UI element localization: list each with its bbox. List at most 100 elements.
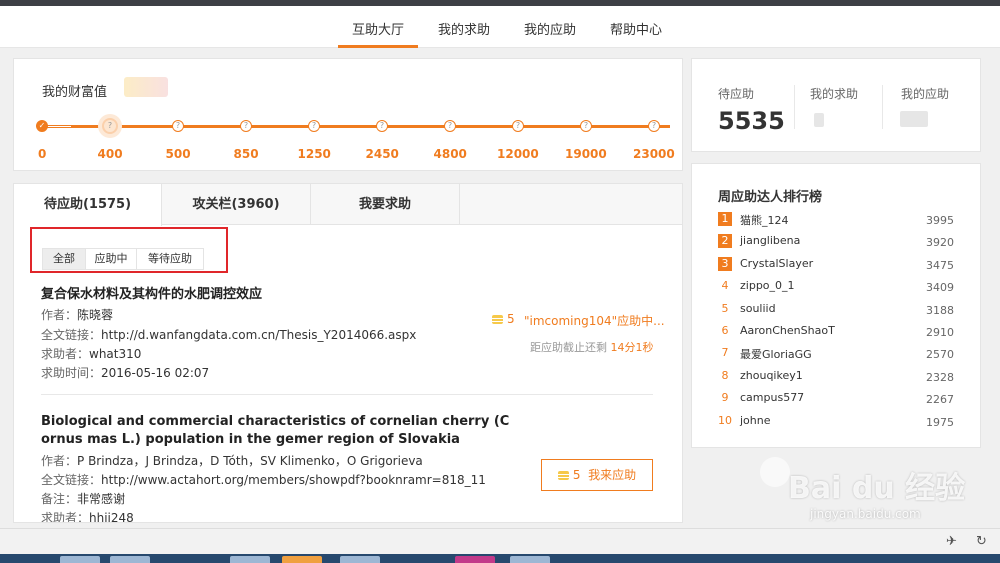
- time-label: 求助时间：: [41, 366, 102, 380]
- tab-help-center[interactable]: 帮助中心: [610, 19, 662, 38]
- my-helps-stat-label[interactable]: 我的应助: [901, 85, 949, 102]
- user-avatar-blurred: [124, 77, 168, 97]
- coin-icon: [492, 315, 503, 324]
- taskbar-button[interactable]: [110, 556, 150, 563]
- link-value[interactable]: http://d.wanfangdata.com.cn/Thesis_Y2014…: [101, 328, 416, 342]
- item-title[interactable]: 复合保水材料及其构件的水肥调控效应: [41, 286, 262, 304]
- rank-user-name[interactable]: 猫熊_124: [740, 212, 789, 228]
- item-divider: [41, 394, 653, 395]
- level-node[interactable]: ?: [172, 120, 184, 132]
- rank-number: 2: [718, 234, 732, 249]
- level-label: 19000: [565, 147, 607, 161]
- requester-value: hhjj248: [89, 511, 134, 523]
- taskbar-button[interactable]: [60, 556, 100, 563]
- level-node[interactable]: ?: [512, 120, 524, 132]
- ranking-row[interactable]: 8 zhouqikey1 2328: [718, 367, 955, 385]
- level-label: 23000: [633, 147, 675, 161]
- rank-user-name[interactable]: campus577: [740, 391, 804, 404]
- filter-waiting[interactable]: 等待应助: [136, 248, 204, 270]
- rank-user-name[interactable]: CrystalSlayer: [740, 257, 813, 270]
- rank-number: 5: [721, 301, 729, 315]
- rank-user-name[interactable]: zippo_0_1: [740, 279, 795, 292]
- taskbar-button[interactable]: [340, 556, 380, 563]
- ranking-row[interactable]: 6 AaronChenShaoT 2910: [718, 322, 955, 340]
- tab-request-help[interactable]: 我要求助: [311, 184, 460, 225]
- watermark: Bai du 经验 jingyan.baidu.com: [760, 457, 970, 527]
- coin-icon: [557, 471, 569, 480]
- item-time: 求助时间：2016-05-16 02:07: [41, 364, 209, 381]
- help-now-button[interactable]: 5 我来应助: [541, 459, 653, 491]
- rank-score: 1975: [926, 415, 954, 429]
- ranking-row[interactable]: 7 最爱GloriaGG 2570: [718, 344, 955, 362]
- pending-label: 待应助: [718, 87, 755, 101]
- rank-number: 9: [721, 391, 729, 405]
- rank-user-name[interactable]: zhouqikey1: [740, 369, 803, 382]
- ranking-panel: 周应助达人排行榜 1 猫熊_124 3995 2 jianglibena 3920 3 Cry…: [691, 163, 981, 448]
- tab-my-requests[interactable]: 我的求助: [438, 19, 490, 38]
- wealth-progress-track: [42, 125, 670, 128]
- browser-status-bar: ✈ ↻: [0, 528, 1000, 554]
- rank-user-name[interactable]: johne: [740, 414, 771, 427]
- ranking-row[interactable]: 4 zippo_0_1 3409: [718, 277, 955, 295]
- item-title-line1[interactable]: Biological and commercial characteristic…: [41, 413, 509, 431]
- note-label: 备注：: [41, 492, 78, 506]
- item-requester: 求助者：what310: [41, 345, 141, 362]
- requester-value: what310: [89, 347, 142, 361]
- rank-score: 2910: [926, 326, 954, 339]
- filter-in-progress[interactable]: 应助中: [85, 248, 137, 270]
- wealth-panel: 我的财富值 ✓ 0? 400? 500? 850? 1250? 2450? 4800? 1200…: [13, 58, 683, 171]
- rank-user-name[interactable]: 最爱GloriaGG: [740, 346, 812, 362]
- item-reward: 5: [492, 312, 515, 326]
- my-requests-value-blurred: [814, 113, 824, 127]
- time-value: 2016-05-16 02:07: [101, 366, 210, 380]
- taskbar-button[interactable]: [282, 556, 322, 563]
- item-requester: 求助者：hhjj248: [41, 509, 134, 523]
- rank-user-name[interactable]: souliid: [740, 302, 776, 315]
- ranking-row[interactable]: 1 猫熊_124 3995: [718, 210, 954, 228]
- pin-icon[interactable]: ✈: [946, 534, 957, 549]
- level-node[interactable]: ✓: [36, 120, 48, 132]
- divider: [794, 85, 795, 129]
- wealth-title: 我的财富值: [42, 85, 108, 100]
- author-label: 作者：: [41, 308, 78, 322]
- tab-pending[interactable]: 待应助(1575): [14, 184, 162, 226]
- tab-help-hall[interactable]: 互助大厅: [352, 19, 404, 38]
- level-label: 2450: [365, 147, 399, 161]
- tab-challenge[interactable]: 攻关栏(3960): [162, 184, 311, 225]
- ranking-row[interactable]: 10 johne 1975: [718, 412, 954, 430]
- stats-panel: 待应助 5535 我的求助 我的应助: [691, 58, 981, 152]
- ranking-row[interactable]: 3 CrystalSlayer 3475: [718, 255, 954, 273]
- level-node[interactable]: ?: [580, 120, 592, 132]
- level-node[interactable]: ?: [240, 120, 252, 132]
- ranking-row[interactable]: 9 campus577 2267: [718, 389, 955, 407]
- rank-user-name[interactable]: AaronChenShaoT: [740, 324, 835, 337]
- my-requests-stat-label[interactable]: 我的求助: [810, 85, 858, 102]
- author-label: 作者：: [41, 454, 78, 468]
- rank-score: 3409: [926, 281, 954, 295]
- paw-icon: [760, 457, 790, 487]
- rank-score: 3475: [926, 258, 954, 272]
- level-node[interactable]: ?: [308, 120, 320, 132]
- taskbar-button[interactable]: [510, 556, 550, 563]
- level-node[interactable]: ?: [444, 120, 456, 132]
- level-node[interactable]: ?: [102, 118, 118, 134]
- ranking-title: 周应助达人排行榜: [718, 190, 823, 205]
- rank-user-name[interactable]: jianglibena: [740, 234, 800, 247]
- ranking-row[interactable]: 5 souliid 3188: [718, 300, 955, 318]
- item-title-line2[interactable]: ornus mas L.) population in the gemer re…: [41, 431, 460, 449]
- level-node[interactable]: ?: [376, 120, 388, 132]
- link-value[interactable]: http://www.actahort.org/members/showpdf?…: [101, 473, 486, 487]
- level-node[interactable]: ?: [648, 120, 660, 132]
- ranking-row[interactable]: 2 jianglibena 3920: [718, 232, 954, 250]
- taskbar-button[interactable]: [230, 556, 270, 563]
- refresh-icon[interactable]: ↻: [976, 534, 987, 549]
- tab-my-helps[interactable]: 我的应助: [524, 19, 576, 38]
- level-label: 400: [97, 147, 123, 161]
- watermark-text: Bai du 经验: [788, 471, 966, 506]
- item-link: 全文链接：http://www.actahort.org/members/sho…: [41, 471, 486, 488]
- list-tabs: 待应助(1575) 攻关栏(3960) 我要求助: [14, 184, 682, 226]
- filter-all[interactable]: 全部: [42, 248, 86, 270]
- deadline-time: 14分1秒: [610, 341, 654, 354]
- taskbar-button[interactable]: [455, 556, 495, 563]
- item-link: 全文链接：http://d.wanfangdata.com.cn/Thesis_…: [41, 326, 416, 343]
